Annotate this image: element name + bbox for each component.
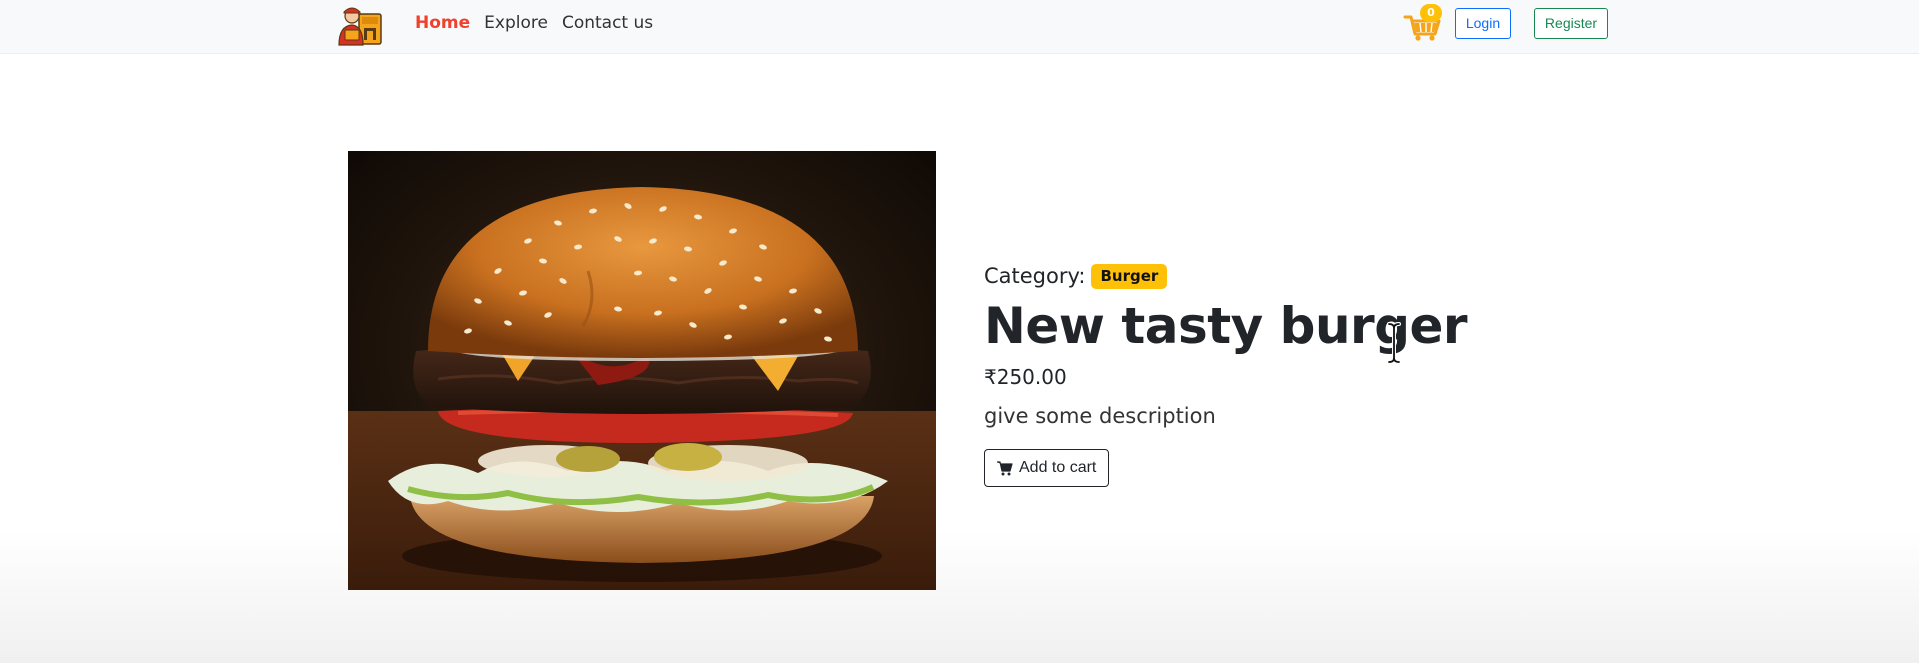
- product-price: ₹250.00: [984, 365, 1067, 389]
- cart-icon: [997, 460, 1013, 475]
- nav-links: Home Explore Contact us: [415, 0, 653, 46]
- product-image: [348, 151, 936, 590]
- add-to-cart-button[interactable]: Add to cart: [984, 449, 1110, 487]
- category-label: Category:: [984, 264, 1086, 288]
- category-row: Category: Burger: [984, 258, 1504, 294]
- nav-link-contact[interactable]: Contact us: [562, 13, 653, 33]
- product-title: New tasty burger: [984, 297, 1468, 355]
- product-details: Category: Burger New tasty burger ₹250.0…: [984, 258, 1504, 487]
- cart-count-badge: 0: [1420, 4, 1442, 22]
- add-to-cart-label: Add to cart: [1019, 459, 1097, 476]
- category-badge: Burger: [1091, 263, 1168, 289]
- delivery-person-logo-icon[interactable]: [335, 2, 385, 46]
- product-description: give some description: [984, 404, 1216, 428]
- nav-link-explore[interactable]: Explore: [484, 13, 548, 33]
- nav-link-home[interactable]: Home: [415, 13, 470, 33]
- register-button[interactable]: Register: [1534, 8, 1608, 39]
- navbar: Home Explore Contact us 0 Login Register: [0, 0, 1919, 54]
- page-background-fade: [0, 530, 1919, 663]
- login-button[interactable]: Login: [1455, 8, 1511, 39]
- cart-button[interactable]: 0: [1402, 4, 1446, 42]
